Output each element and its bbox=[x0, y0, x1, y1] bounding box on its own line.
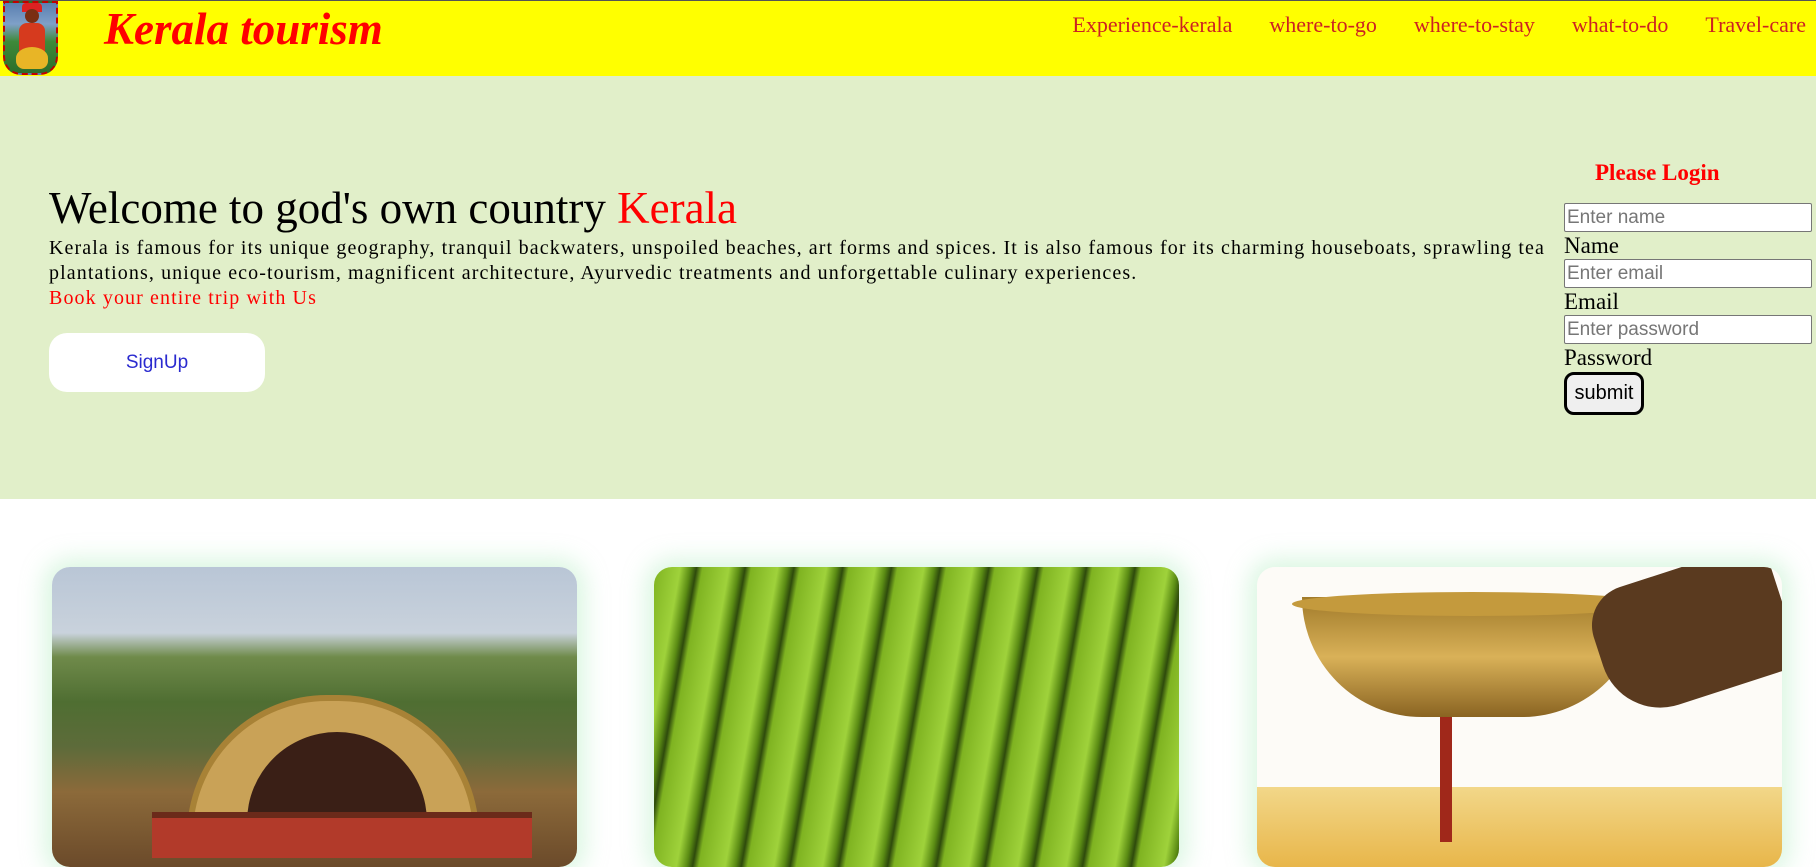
hero-description: Kerala is famous for its unique geograph… bbox=[49, 237, 1545, 284]
houseboat-card[interactable] bbox=[52, 567, 577, 867]
navbar: Kerala tourism Experience-kerala where-t… bbox=[0, 0, 1816, 76]
nav-link-travel-care[interactable]: Travel-care bbox=[1705, 10, 1806, 40]
tea-plantation-card[interactable] bbox=[654, 567, 1179, 867]
submit-button[interactable]: submit bbox=[1564, 372, 1644, 415]
hero-cta-text: Book your entire trip with Us bbox=[49, 287, 317, 309]
nav-link-what-to-do[interactable]: what-to-do bbox=[1572, 10, 1669, 40]
login-title: Please Login bbox=[1595, 160, 1720, 185]
hero-title-prefix: Welcome to god's own country bbox=[49, 183, 618, 233]
kathakali-logo-image[interactable] bbox=[3, 1, 58, 75]
hero-title: Welcome to god's own country Kerala bbox=[49, 184, 737, 232]
nav-link-where-to-go[interactable]: where-to-go bbox=[1269, 10, 1377, 40]
nav-link-where-to-stay[interactable]: where-to-stay bbox=[1414, 10, 1535, 40]
ayurveda-card[interactable] bbox=[1257, 567, 1782, 867]
nav-menu: Experience-kerala where-to-go where-to-s… bbox=[1035, 10, 1806, 40]
nav-link-experience-kerala[interactable]: Experience-kerala bbox=[1072, 10, 1232, 40]
image-cards-section bbox=[0, 567, 1816, 867]
password-input[interactable] bbox=[1564, 315, 1812, 344]
password-label: Password bbox=[1564, 345, 1653, 370]
hero-title-accent: Kerala bbox=[617, 183, 738, 233]
email-input[interactable] bbox=[1564, 259, 1812, 288]
name-label: Name bbox=[1564, 233, 1619, 258]
name-input[interactable] bbox=[1564, 203, 1812, 232]
email-label: Email bbox=[1564, 289, 1619, 314]
signup-button[interactable]: SignUp bbox=[49, 333, 265, 392]
hero-section: Welcome to god's own country Kerala Kera… bbox=[0, 76, 1816, 499]
brand-title[interactable]: Kerala tourism bbox=[104, 1, 383, 57]
